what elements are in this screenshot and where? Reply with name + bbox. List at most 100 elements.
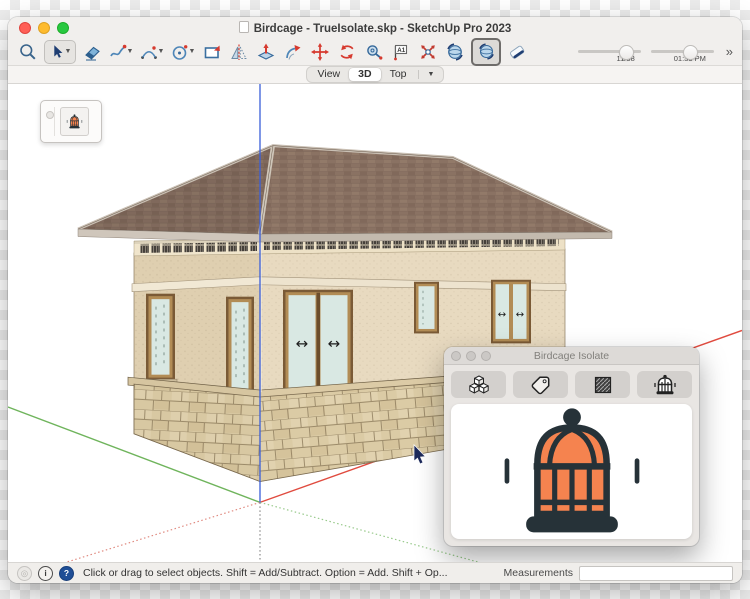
axes-tool-button[interactable]: [417, 41, 439, 63]
zoom-tool-button[interactable]: [17, 41, 39, 63]
tab-top[interactable]: Top: [381, 68, 416, 81]
svg-text:A1: A1: [397, 47, 405, 54]
materials-icon: [592, 374, 614, 396]
chevron-down-icon[interactable]: ▼: [126, 48, 134, 55]
freehand-icon: [108, 42, 128, 62]
traffic-lights: [19, 22, 69, 34]
panel-close-button[interactable]: [451, 351, 461, 361]
rectangle-icon: [202, 42, 222, 62]
components-icon: [466, 374, 492, 396]
window-slide-arrow: ↔: [516, 310, 524, 321]
view-segmented-control: View 3D Top ▼: [306, 66, 445, 83]
measurements-area: Measurements: [504, 566, 733, 581]
orbit-icon: [445, 42, 465, 62]
circle-tool-button[interactable]: ▼: [170, 42, 196, 62]
text-tool-button[interactable]: A1: [390, 41, 412, 63]
eraser-tool-button[interactable]: [81, 41, 103, 63]
measurements-input[interactable]: [579, 566, 733, 581]
arc-tool-button[interactable]: ▼: [139, 42, 165, 62]
chevron-down-icon[interactable]: ▼: [157, 48, 165, 55]
zoom-window-button[interactable]: [57, 22, 69, 34]
document-proxy-icon: [239, 21, 249, 33]
status-bar: ◎ i ? Click or drag to select objects. S…: [8, 562, 742, 583]
preview-toolbar-rail: [44, 107, 55, 136]
tag-icon: [529, 374, 553, 396]
main-toolbar: ▼ ▼ ▼: [8, 38, 742, 66]
flip-icon: [229, 42, 249, 62]
panel-zoom-button[interactable]: [481, 351, 491, 361]
info-icon[interactable]: i: [38, 566, 53, 581]
isolate-panel-titlebar[interactable]: Birdcage Isolate: [444, 347, 699, 365]
window-right-small[interactable]: [414, 282, 439, 334]
toolbar-overflow-button[interactable]: »: [726, 44, 733, 59]
axes-icon: [418, 42, 438, 62]
follow-me-icon: [283, 42, 303, 62]
arc-icon: [139, 42, 159, 62]
birdcage-outline-icon: [653, 374, 677, 396]
slider-track[interactable]: [651, 50, 714, 53]
isolate-panel-buttons: [444, 365, 699, 403]
flip-tool-button[interactable]: [228, 41, 250, 63]
orbit-active-tool-button[interactable]: [471, 38, 501, 66]
birdcage-icon: [497, 406, 647, 537]
view-tab-bar: View 3D Top ▼: [8, 66, 742, 84]
chevron-down-icon[interactable]: ▼: [188, 48, 196, 55]
tape-measure-icon: [364, 42, 384, 62]
door-slide-arrow: ↔: [328, 334, 341, 352]
pan-tool-button[interactable]: [506, 41, 528, 63]
eraser-icon: [82, 42, 102, 62]
hip-roof[interactable]: [78, 146, 612, 242]
birdcage-button[interactable]: [637, 371, 692, 398]
window-slide-arrow: ↔: [498, 310, 506, 321]
circle-icon: [170, 42, 190, 62]
birdcage-mini-icon: [66, 114, 83, 129]
door-slide-arrow: ↔: [296, 334, 309, 352]
slider-thumb[interactable]: [683, 45, 698, 60]
freehand-tool-button[interactable]: ▼: [108, 42, 134, 62]
close-button[interactable]: [19, 22, 31, 34]
materials-button[interactable]: [575, 371, 630, 398]
panel-minimize-button[interactable]: [466, 351, 476, 361]
orbit-tool-button[interactable]: [444, 41, 466, 63]
rectangle-tool-button[interactable]: [201, 41, 223, 63]
sliding-door[interactable]: ↔ ↔: [283, 290, 353, 397]
select-tool-button[interactable]: ▼: [44, 40, 76, 64]
tab-dropdown-icon[interactable]: ▼: [421, 71, 442, 78]
geolocation-icon[interactable]: ◎: [17, 566, 32, 581]
shadow-sliders: 11/08 01:30 PM »: [578, 41, 733, 63]
component-preview-window[interactable]: [40, 100, 102, 143]
tab-view[interactable]: View: [309, 68, 350, 81]
window-left-2[interactable]: [226, 297, 254, 398]
title-bar: Birdcage - TrueIsolate.skp - SketchUp Pr…: [8, 17, 742, 38]
app-window: Birdcage - TrueIsolate.skp - SketchUp Pr…: [8, 17, 742, 583]
orbit-active-icon: [477, 42, 496, 61]
sliding-window-far[interactable]: ↔ ↔: [491, 280, 531, 344]
rotate-tool-button[interactable]: [336, 41, 358, 63]
tab-3d[interactable]: 3D: [349, 68, 380, 81]
red-axis-dotted: [67, 502, 260, 562]
modeling-canvas[interactable]: ↔ ↔ ↔ ↔: [8, 84, 742, 562]
minimize-button[interactable]: [38, 22, 50, 34]
pan-icon: [507, 42, 527, 62]
measurements-label: Measurements: [504, 567, 573, 579]
move-tool-button[interactable]: [309, 41, 331, 63]
window-left-1[interactable]: [144, 294, 177, 383]
birdcage-isolate-panel[interactable]: Birdcage Isolate: [444, 347, 699, 546]
components-button[interactable]: [451, 371, 506, 398]
shadow-date-slider[interactable]: 11/08: [578, 41, 641, 63]
shadow-time-slider[interactable]: 01:30 PM: [651, 41, 714, 63]
preview-rail-dot: [46, 111, 54, 119]
isolate-panel-window-buttons: [451, 351, 491, 361]
chevron-down-icon[interactable]: ▼: [64, 48, 72, 55]
birdcage-thumbnail-button[interactable]: [60, 107, 89, 136]
text-icon: A1: [391, 42, 411, 62]
follow-me-tool-button[interactable]: [282, 41, 304, 63]
help-icon[interactable]: ?: [59, 566, 74, 581]
move-icon: [310, 42, 330, 62]
slider-thumb[interactable]: [619, 45, 634, 60]
rotate-icon: [337, 42, 357, 62]
tag-button[interactable]: [513, 371, 568, 398]
push-pull-tool-button[interactable]: [255, 41, 277, 63]
tape-measure-tool-button[interactable]: [363, 41, 385, 63]
window-title: Birdcage - TrueIsolate.skp - SketchUp Pr…: [8, 21, 742, 35]
